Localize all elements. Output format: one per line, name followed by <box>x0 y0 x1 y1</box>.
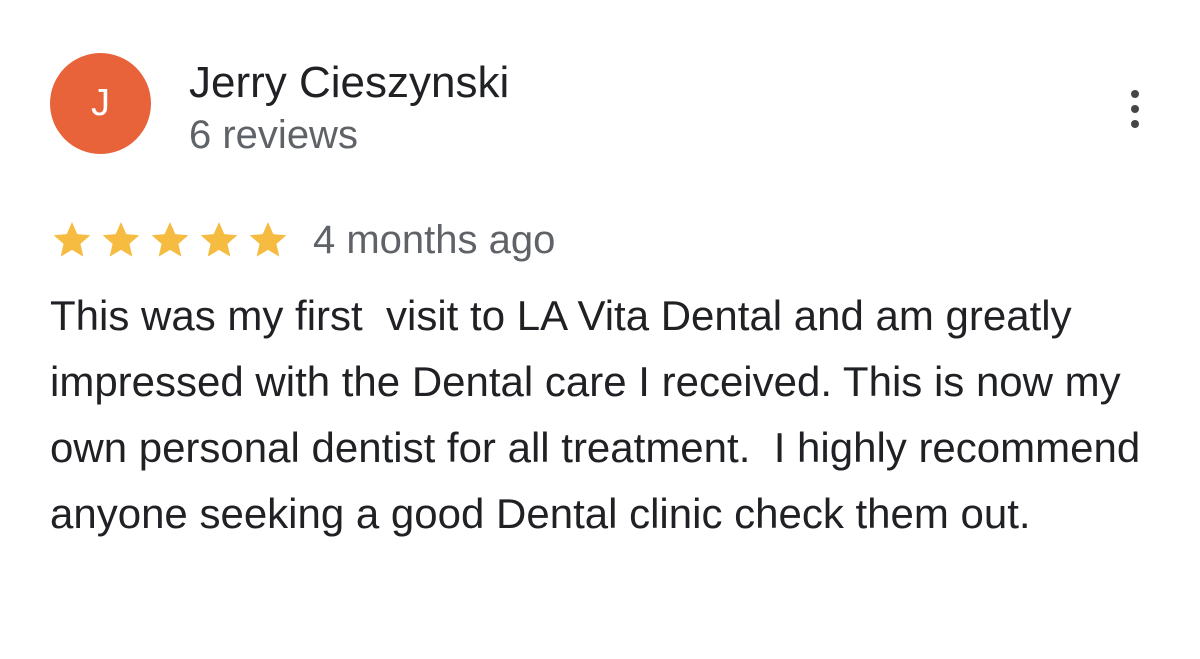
rating-row: 4 months ago <box>50 213 555 267</box>
star-icon <box>53 222 91 257</box>
author-name[interactable]: Jerry Cieszynski <box>189 56 509 110</box>
review-time: 4 months ago <box>313 218 556 262</box>
review-count[interactable]: 6 reviews <box>189 110 358 160</box>
avatar[interactable]: J <box>50 53 151 154</box>
star-icon <box>200 222 238 257</box>
star-icon <box>249 222 287 257</box>
avatar-initial: J <box>91 82 110 124</box>
review-text: This was my first visit to LA Vita Denta… <box>50 292 1152 537</box>
star-rating <box>50 218 290 262</box>
star-icon <box>151 222 189 257</box>
review-card: J Jerry Cieszynski 6 reviews 4 months ag… <box>0 0 1200 659</box>
more-vert-icon <box>1131 90 1139 128</box>
more-options-button[interactable] <box>1112 84 1158 134</box>
star-icon <box>102 222 140 257</box>
